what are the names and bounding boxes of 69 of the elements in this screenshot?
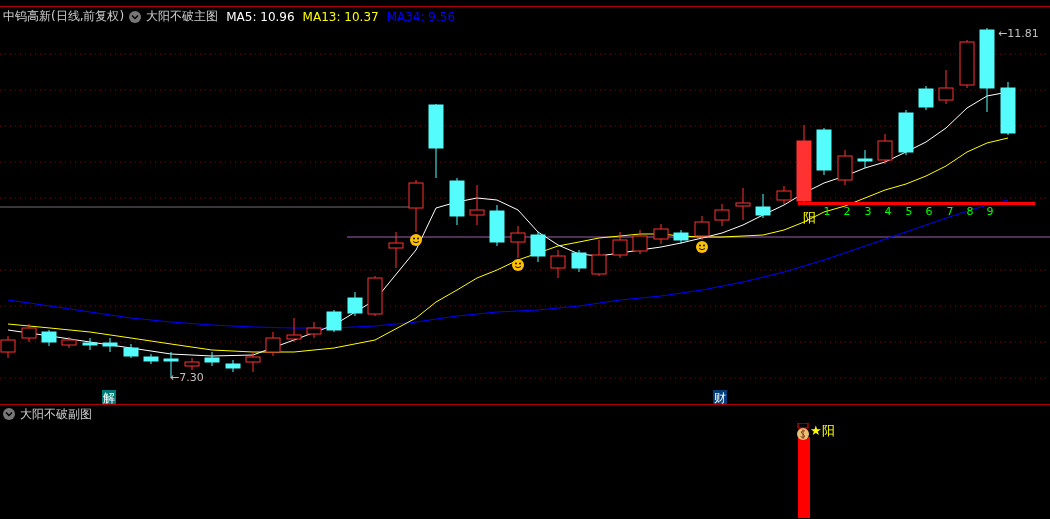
candlestick bbox=[673, 229, 689, 245]
smiley-icon bbox=[696, 241, 708, 253]
candlestick bbox=[550, 249, 566, 279]
candlestick bbox=[1000, 81, 1016, 136]
candlestick bbox=[388, 231, 404, 269]
candlestick bbox=[571, 249, 587, 273]
candlestick bbox=[61, 336, 77, 349]
candlestick bbox=[694, 215, 710, 241]
candlestick bbox=[449, 177, 465, 226]
candlestick bbox=[41, 329, 57, 347]
signal-text: ★阳 bbox=[810, 423, 835, 438]
day-count: 9 bbox=[986, 205, 994, 218]
candlestick bbox=[877, 133, 893, 165]
ma-value: MA5: 10.96 bbox=[226, 9, 295, 24]
candlestick bbox=[326, 309, 342, 333]
high-price-label: ←11.81 bbox=[998, 27, 1039, 40]
candlestick bbox=[898, 109, 914, 156]
dropdown-icon[interactable] bbox=[3, 408, 15, 420]
candlestick bbox=[367, 275, 383, 317]
candlestick bbox=[530, 231, 546, 263]
candlestick bbox=[714, 203, 730, 227]
candlestick bbox=[143, 353, 159, 365]
candlestick bbox=[918, 85, 934, 111]
indicator-name: 大阳不破主图 bbox=[146, 8, 219, 25]
day-count: 7 bbox=[946, 205, 954, 218]
candlestick bbox=[938, 69, 954, 105]
candlestick bbox=[735, 187, 751, 221]
candlestick bbox=[82, 337, 98, 351]
day-count: 5 bbox=[905, 205, 913, 218]
candlestick bbox=[204, 351, 220, 367]
candlestick bbox=[184, 357, 200, 371]
day-count: 3 bbox=[864, 205, 872, 218]
event-tag: 解 bbox=[102, 390, 116, 404]
event-tag: 财 bbox=[713, 390, 727, 404]
day-count: 2 bbox=[843, 205, 851, 218]
candlestick bbox=[225, 359, 241, 373]
candlestick bbox=[489, 204, 505, 247]
candlestick bbox=[469, 184, 485, 226]
day-count: 6 bbox=[925, 205, 933, 218]
dropdown-icon[interactable] bbox=[129, 10, 142, 23]
candlestick bbox=[653, 223, 669, 245]
candlestick bbox=[612, 231, 628, 259]
candlestick bbox=[408, 179, 424, 233]
candlestick bbox=[755, 193, 771, 219]
money-bag-icon bbox=[797, 423, 809, 440]
stock-title: 中钨高新(日线,前复权) bbox=[3, 8, 125, 25]
candlestick bbox=[102, 337, 118, 353]
candlestick bbox=[306, 321, 322, 339]
candlestick bbox=[816, 127, 832, 176]
candlestick bbox=[265, 331, 281, 357]
candlestick bbox=[959, 39, 975, 89]
day-count: 4 bbox=[884, 205, 892, 218]
sub-indicator-name: 大阳不破副图 bbox=[20, 405, 92, 423]
candlestick bbox=[21, 323, 37, 343]
candlestick bbox=[245, 351, 261, 373]
low-price-label: ←7.30 bbox=[170, 371, 204, 384]
candlestick bbox=[347, 291, 363, 317]
candlestick bbox=[591, 239, 607, 277]
ma-value: MA13: 10.37 bbox=[302, 9, 379, 24]
candlestick bbox=[286, 317, 302, 343]
candlestick bbox=[857, 149, 873, 169]
candlestick bbox=[510, 225, 526, 259]
smiley-icon bbox=[512, 259, 524, 271]
candlestick bbox=[776, 185, 792, 205]
ma-value: MA34: 9.56 bbox=[386, 9, 456, 24]
candlestick bbox=[632, 229, 648, 255]
candlestick bbox=[837, 149, 853, 186]
candlestick bbox=[123, 343, 139, 359]
smiley-icon bbox=[410, 234, 422, 246]
